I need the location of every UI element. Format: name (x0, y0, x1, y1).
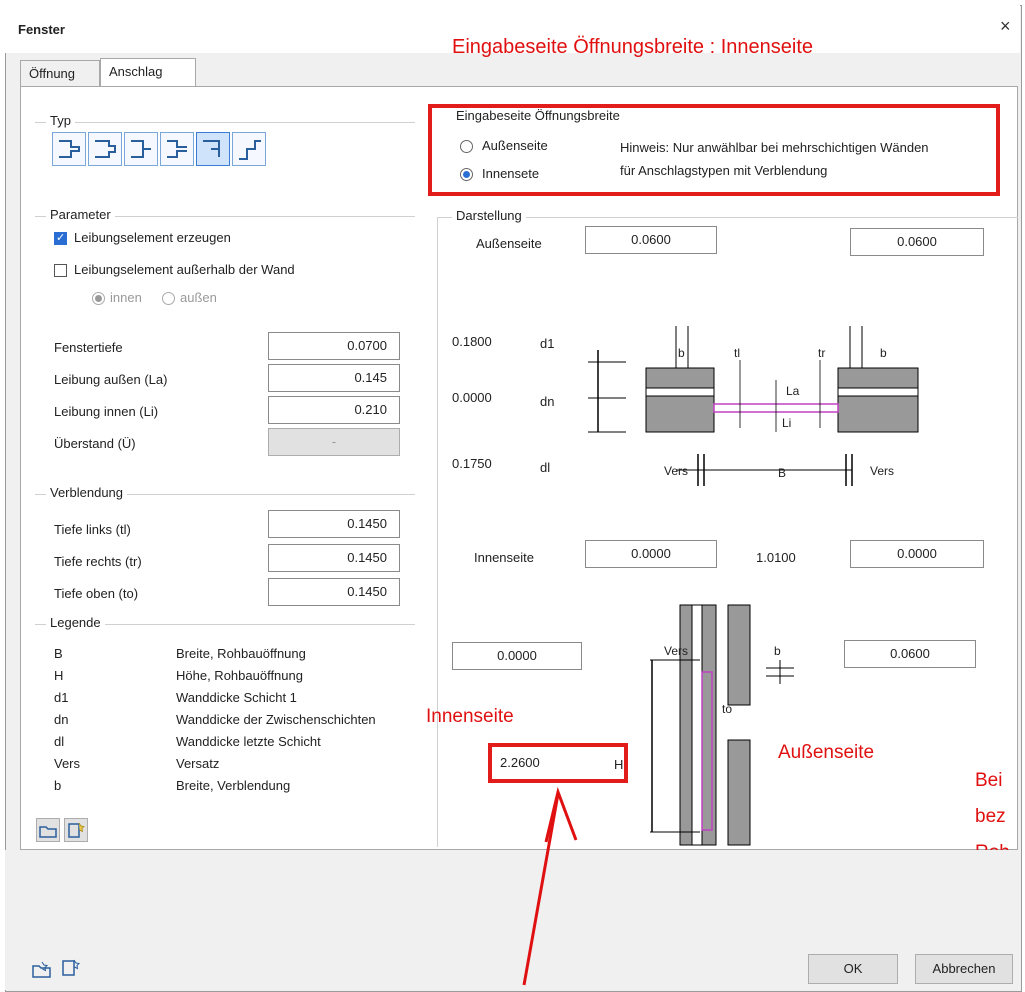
legend-value: Wanddicke letzte Schicht (176, 734, 321, 749)
annotation-aussenseite: Außenseite (778, 742, 875, 763)
leibung-innen-field[interactable]: 0.210 (268, 396, 400, 424)
tiefe-oben-field[interactable]: 0.1450 (268, 578, 400, 606)
legend-key: dn (54, 712, 69, 727)
aussen-right-field[interactable]: 0.0600 (850, 228, 984, 256)
typ-label: Typ (46, 113, 75, 128)
type-button-3[interactable] (124, 132, 158, 166)
footer-open-icon[interactable] (30, 958, 54, 983)
legende-label: Legende (46, 615, 105, 630)
innen-left-field[interactable]: 0.0000 (585, 540, 717, 568)
annotation-top: Eingabeseite Öffnungsbreite : Innenseite (452, 36, 813, 58)
vertical-section-diagram (650, 604, 794, 846)
innen-mid-value: 1.0100 (756, 550, 796, 565)
annotation-box-h (488, 743, 628, 783)
dn-label: dn (540, 394, 555, 409)
annotation-arrow (522, 786, 578, 986)
ok-button[interactable]: OK (808, 954, 898, 984)
plan-big-b: B (778, 466, 787, 480)
save-favorite-icon[interactable] (64, 818, 88, 842)
legend-value: Breite, Verblendung (176, 778, 291, 793)
type-button-2[interactable] (88, 132, 122, 166)
type-button-6[interactable] (232, 132, 266, 166)
legend-key: dl (54, 734, 65, 749)
legend-value: Wanddicke der Zwischenschichten (176, 712, 376, 727)
section-right-field[interactable]: 0.0600 (844, 640, 976, 668)
annotation-side-1: Bei (975, 770, 1003, 791)
legend-key: d1 (54, 690, 69, 705)
type-button-1[interactable] (52, 132, 86, 166)
legend-key: b (54, 778, 62, 793)
legend-key: Vers (54, 756, 81, 771)
typ-group (35, 122, 415, 123)
plan-li: Li (782, 416, 792, 430)
dl-label: dl (540, 460, 551, 475)
plan-tr: tr (818, 346, 826, 360)
fenstertiefe-field[interactable]: 0.0700 (268, 332, 400, 360)
section-vers: Vers (664, 644, 689, 658)
darstellung-label: Darstellung (452, 208, 526, 223)
plan-vers-right: Vers (870, 464, 895, 478)
aussen-left-field[interactable]: 0.0600 (585, 226, 717, 254)
legend-value: Versatz (176, 756, 220, 771)
aussen-radio-label: außen (180, 290, 217, 305)
ueberstand-field[interactable]: - (268, 428, 400, 456)
annotation-innenseite: Innenseite (426, 706, 514, 727)
tiefe-rechts-field[interactable]: 0.1450 (268, 544, 400, 572)
leibung-innen-label: Leibung innen (Li) (54, 404, 159, 419)
open-folder-icon[interactable] (36, 818, 60, 842)
legend-value: Breite, Rohbauöffnung (176, 646, 306, 661)
annotation-side-2: bez (975, 806, 1006, 827)
tab-oeffnung[interactable]: Öffnung (20, 60, 100, 86)
plan-tl: tl (734, 346, 740, 360)
footer-save-icon[interactable] (58, 956, 82, 983)
section-to: to (722, 702, 733, 716)
leibung-aussen-field[interactable]: 0.145 (268, 364, 400, 392)
legend-value: Wanddicke Schicht 1 (176, 690, 297, 705)
innenseite-label: Innenseite (474, 550, 534, 565)
leibung-erzeugen-label: Leibungselement erzeugen (74, 230, 231, 245)
tab-anschlag-label: Anschlag (109, 64, 163, 79)
leibung-erzeugen-checkbox[interactable] (54, 231, 67, 245)
innen-right-field[interactable]: 0.0000 (850, 540, 984, 568)
cancel-button[interactable]: Abbrechen (915, 954, 1013, 984)
dl-value: 0.1750 (452, 456, 492, 471)
legend-key: B (54, 646, 63, 661)
tiefe-links-field[interactable]: 0.1450 (268, 510, 400, 538)
verblendung-label: Verblendung (46, 485, 128, 500)
dn-value: 0.0000 (452, 390, 492, 405)
section-b: b (774, 644, 781, 658)
plan-la: La (786, 384, 800, 398)
parameter-label: Parameter (46, 207, 115, 222)
section-left-field[interactable]: 0.0000 (452, 642, 582, 670)
plan-b-left: b (678, 346, 685, 360)
leibung-ausserhalb-checkbox[interactable] (54, 264, 67, 277)
innen-radio[interactable] (92, 292, 105, 305)
aussenseite-label: Außenseite (476, 236, 542, 251)
legend-value: Höhe, Rohbauöffnung (176, 668, 303, 683)
d1-label: d1 (540, 336, 555, 351)
type-button-5[interactable] (196, 132, 230, 166)
tiefe-links-label: Tiefe links (tl) (54, 522, 131, 537)
darstellung-border (437, 217, 438, 847)
type-button-4[interactable] (160, 132, 194, 166)
plan-vers-left: Vers (664, 464, 689, 478)
d1-value: 0.1800 (452, 334, 492, 349)
tiefe-oben-label: Tiefe oben (to) (54, 586, 139, 601)
innen-radio-label: innen (110, 290, 142, 305)
aussen-radio[interactable] (162, 292, 175, 305)
dialog-title: Fenster (18, 22, 65, 37)
tiefe-rechts-label: Tiefe rechts (tr) (54, 554, 142, 569)
tab-anschlag[interactable]: Anschlag (100, 58, 196, 86)
close-icon[interactable]: × (1000, 16, 1011, 37)
fenstertiefe-label: Fenstertiefe (54, 340, 123, 355)
ueberstand-label: Überstand (Ü) (54, 436, 136, 451)
plan-b-right: b (880, 346, 887, 360)
leibung-ausserhalb-label: Leibungselement außerhalb der Wand (74, 262, 295, 277)
annotation-box-eingabe (428, 104, 1000, 196)
legend-key: H (54, 668, 64, 683)
leibung-aussen-label: Leibung außen (La) (54, 372, 168, 387)
tab-oeffnung-label: Öffnung (29, 66, 76, 81)
